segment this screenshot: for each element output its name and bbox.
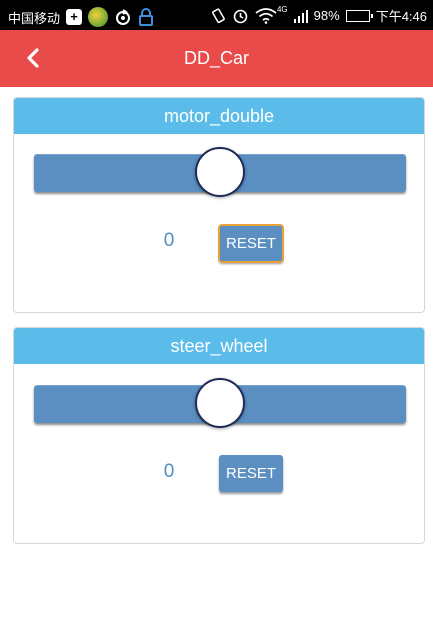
battery-icon <box>345 9 373 22</box>
alarm-icon <box>233 9 248 24</box>
signal-icon <box>293 9 308 23</box>
steer-wheel-reset-button[interactable]: RESET <box>219 455 283 492</box>
steer-wheel-card: steer_wheel 0 RESET <box>13 327 425 544</box>
motor-double-card: motor_double 0 RESET <box>13 97 425 313</box>
lock-notification-icon <box>139 8 154 26</box>
phone-screen: 中国移动 + 4G 98% 下午4:46 DD_Car motor_double… <box>0 0 433 635</box>
app-notification-icon <box>88 7 109 27</box>
motor-double-value: 0 <box>163 230 175 251</box>
vibrate-icon <box>212 7 225 23</box>
sync-notification-icon <box>116 9 131 25</box>
card-title: motor_double <box>14 98 424 134</box>
slider-thumb[interactable] <box>195 147 245 197</box>
carrier-label: 中国移动 <box>8 10 61 26</box>
main-content: motor_double 0 RESET steer_wheel 0 RESET <box>0 87 433 635</box>
motor-double-reset-button[interactable]: RESET <box>218 224 284 263</box>
battery-percent: 98% <box>313 8 340 23</box>
clock-time: 下午4:46 <box>375 9 427 24</box>
status-bar: 中国移动 + 4G 98% 下午4:46 <box>0 0 433 30</box>
steer-wheel-value: 0 <box>163 461 175 482</box>
card-title: steer_wheel <box>14 328 424 364</box>
app-header: DD_Car <box>0 30 433 87</box>
status-left: 中国移动 + <box>8 7 154 27</box>
network-type-label: 4G <box>276 5 288 14</box>
slider-thumb[interactable] <box>195 378 245 428</box>
steer-wheel-slider[interactable] <box>34 378 406 428</box>
page-title: DD_Car <box>183 48 249 68</box>
add-notification-icon: + <box>66 9 83 25</box>
status-right: 4G 98% 下午4:46 <box>210 5 427 25</box>
wifi-icon <box>255 8 277 24</box>
motor-double-slider[interactable] <box>34 147 406 197</box>
